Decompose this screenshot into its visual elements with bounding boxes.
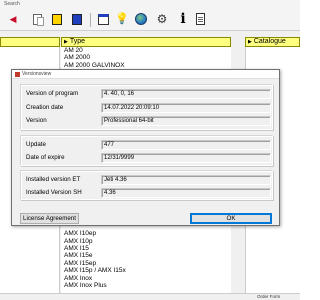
installed-sh-row: Installed Version SH 4.36: [26, 188, 271, 198]
list-item[interactable]: AMX I10ep: [61, 230, 231, 237]
info-icon[interactable]: i: [176, 12, 190, 26]
version-of-program-label: Version of program: [26, 90, 79, 97]
program-info-group: Version of program 4. 40, 0, 16 Creation…: [20, 84, 273, 130]
toolbar-separator: [90, 13, 91, 27]
ok-button[interactable]: OK: [190, 213, 272, 224]
lightbulb-icon[interactable]: 💡: [115, 12, 129, 26]
type-header-label: Type: [69, 38, 86, 45]
dialog-title: Versionsview: [22, 71, 52, 77]
toolbar: ◀ 💡 ⚙ i: [0, 9, 300, 31]
status-bar: Order Form: [0, 293, 300, 300]
date-of-expire-row: Date of expire 12/31/9999: [26, 153, 271, 163]
yellow-square-icon[interactable]: [50, 12, 64, 26]
list-item[interactable]: AMX I15e: [61, 252, 231, 259]
version-of-program-row: Version of program 4. 40, 0, 16: [26, 89, 271, 99]
copy-icon[interactable]: [30, 12, 44, 26]
installed-et-value: Jeti 4.36: [101, 175, 271, 185]
update-row: Update 477: [26, 140, 271, 150]
version-label: Version: [26, 117, 47, 124]
catalogue-header-label: Catalogue: [253, 38, 286, 45]
dialog-titlebar[interactable]: Versionsview: [12, 70, 279, 79]
installed-sh-label: Installed Version SH: [26, 189, 82, 196]
sort-arrow-icon: ▶: [64, 39, 68, 45]
back-arrow-icon[interactable]: ◀: [6, 12, 20, 26]
version-of-program-value: 4. 40, 0, 16: [101, 89, 271, 99]
list-item[interactable]: AMX Inox: [61, 275, 231, 282]
version-dialog: Versionsview Version of program 4. 40, 0…: [11, 69, 280, 226]
menu-search[interactable]: Search: [4, 1, 20, 7]
type-panel-header[interactable]: ▶ Type: [61, 37, 231, 47]
list-item[interactable]: AMX I15p / AMX I15x: [61, 267, 231, 274]
blue-square-icon[interactable]: [70, 12, 84, 26]
version-row: Version Professional 64-bit: [26, 116, 271, 126]
list-item[interactable]: AM 2000: [61, 54, 231, 61]
menu-strip: Search: [0, 0, 300, 9]
update-label: Update: [26, 141, 46, 148]
creation-date-value: 14.07.2022 20:09:10: [101, 103, 271, 113]
app-window: Search ◀ 💡 ⚙ i ▶ Type ▶ Catalogue AM 20 AM…: [0, 0, 300, 300]
document-icon[interactable]: [193, 12, 207, 26]
date-of-expire-value: 12/31/9999: [101, 153, 271, 163]
date-of-expire-label: Date of expire: [26, 154, 65, 161]
license-agreement-button[interactable]: License Agreement: [20, 213, 79, 224]
gear-icon[interactable]: ⚙: [155, 12, 169, 26]
catalogue-panel-header[interactable]: ▶ Catalogue: [245, 37, 300, 47]
creation-date-row: Creation date 14.07.2022 20:09:10: [26, 103, 271, 113]
sort-arrow-icon: ▶: [248, 39, 252, 45]
creation-date-label: Creation date: [26, 104, 64, 111]
list-item[interactable]: AM 20: [61, 47, 231, 54]
window-icon[interactable]: [96, 12, 110, 26]
installed-et-label: Installed version ET: [26, 176, 81, 183]
update-group: Update 477 Date of expire 12/31/9999: [20, 135, 273, 166]
installed-sh-value: 4.36: [101, 188, 271, 198]
app-icon: [15, 72, 20, 77]
installed-version-group: Installed version ET Jeti 4.36 Installed…: [20, 170, 273, 200]
installed-et-row: Installed version ET Jeti 4.36: [26, 175, 271, 185]
version-value: Professional 64-bit: [101, 116, 271, 126]
list-item[interactable]: AMX I10p: [61, 238, 231, 245]
list-item[interactable]: AMX I15ep: [61, 260, 231, 267]
list-item[interactable]: AMX I15: [61, 245, 231, 252]
left-panel-header: [0, 37, 60, 47]
status-text: Order Form: [257, 294, 281, 299]
list-item[interactable]: AMX Inox Plus: [61, 282, 231, 289]
update-value: 477: [101, 140, 271, 150]
globe-icon[interactable]: [134, 12, 148, 26]
